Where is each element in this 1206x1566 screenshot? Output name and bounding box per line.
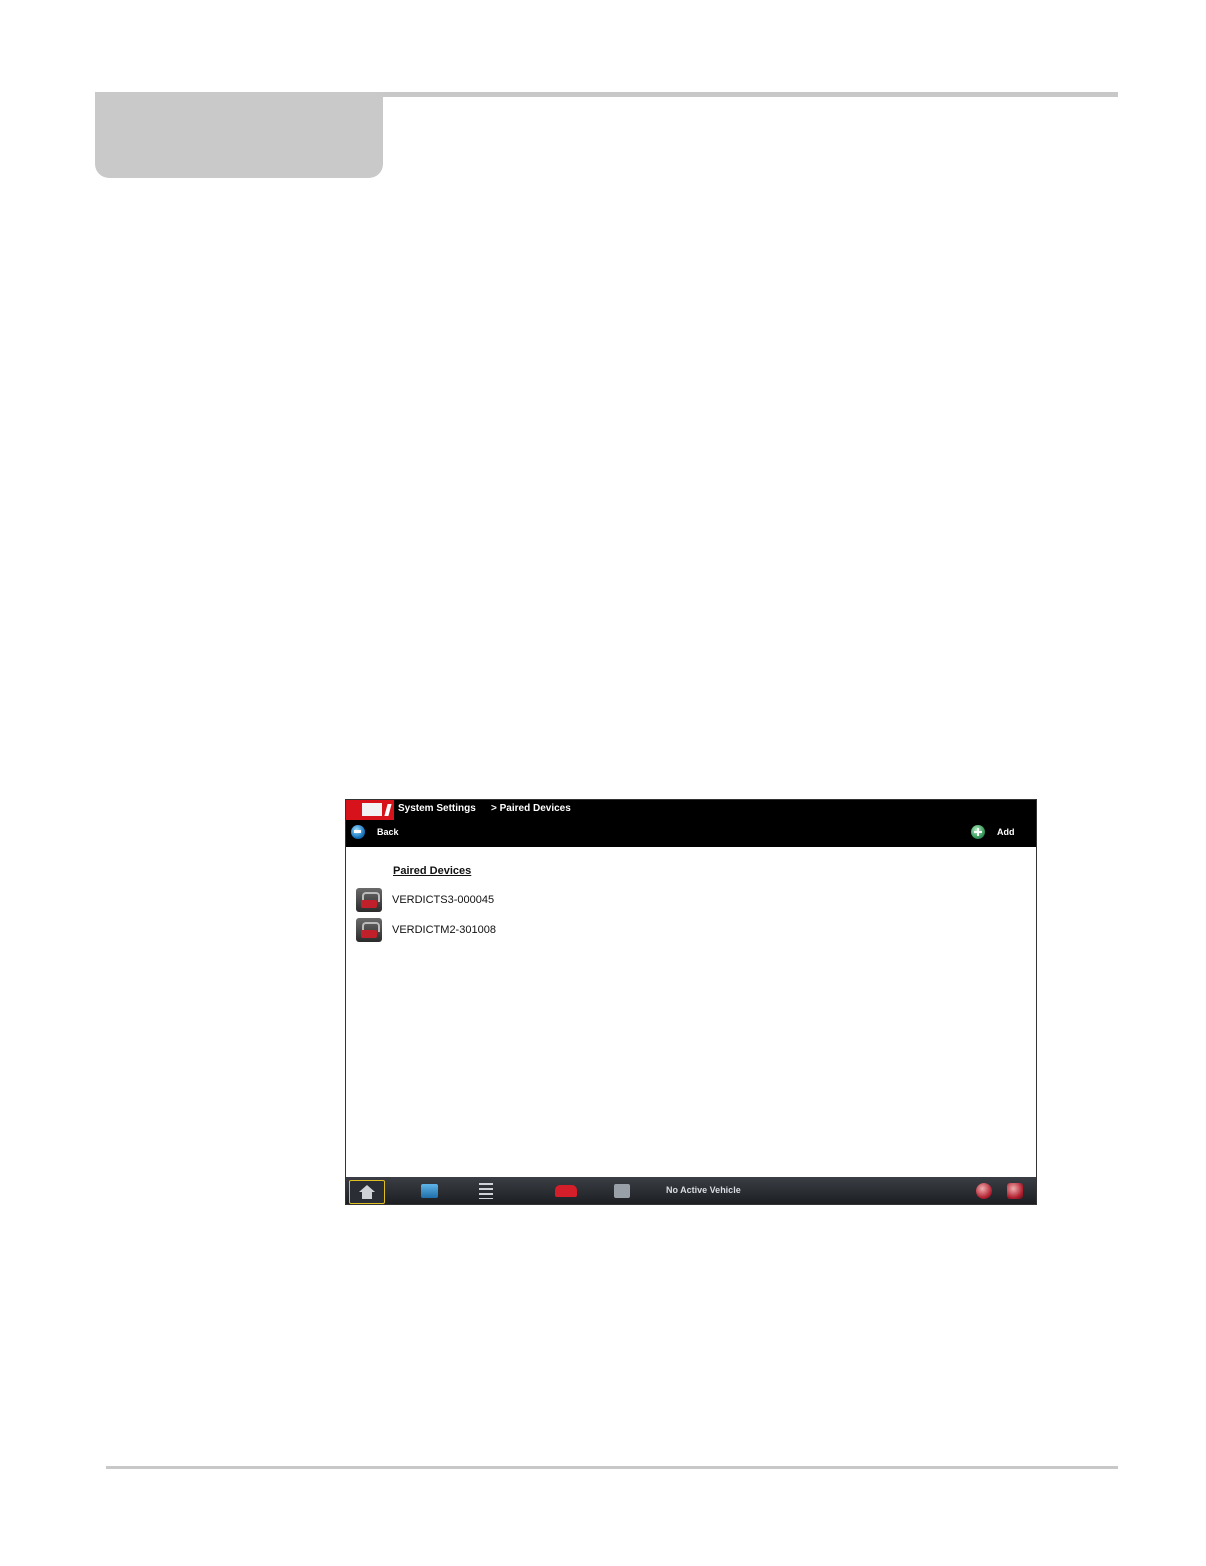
bottom-nav-bar: No Active Vehicle: [346, 1177, 1036, 1204]
add-button[interactable]: Add: [971, 823, 1015, 841]
tools-button[interactable]: [605, 1180, 639, 1202]
logo-mark-icon: [362, 803, 382, 816]
breadcrumb-root: System Settings: [398, 803, 476, 814]
paired-devices-heading: Paired Devices: [393, 865, 472, 877]
home-icon: [359, 1185, 375, 1199]
footer-rule: [106, 1466, 1118, 1469]
add-plus-icon: [971, 825, 985, 839]
chapter-tab: [95, 92, 383, 178]
breadcrumb-current: > Paired Devices: [491, 803, 571, 814]
device-icon: [356, 918, 382, 942]
device-name: VERDICTM2-301008: [392, 924, 496, 936]
title-bar: System Settings > Paired Devices Back Ad…: [346, 800, 1036, 847]
window-button[interactable]: [412, 1180, 446, 1202]
home-button[interactable]: [349, 1180, 385, 1204]
window-icon: [421, 1184, 438, 1198]
vehicle-status: No Active Vehicle: [666, 1185, 741, 1195]
add-label: Add: [997, 827, 1015, 837]
list-item[interactable]: VERDICTS3-000045: [356, 887, 656, 913]
logo-slash-icon: [384, 804, 392, 816]
back-button[interactable]: Back: [351, 823, 399, 841]
device-name: VERDICTS3-000045: [392, 894, 495, 906]
device-screen: System Settings > Paired Devices Back Ad…: [345, 799, 1037, 1205]
vehicle-button[interactable]: [549, 1180, 583, 1202]
connection-icon[interactable]: [976, 1183, 992, 1199]
device-icon: [356, 888, 382, 912]
back-arrow-icon: [351, 825, 365, 839]
brand-logo[interactable]: [346, 800, 394, 820]
list-button[interactable]: [469, 1180, 503, 1202]
car-icon: [555, 1185, 577, 1197]
back-label: Back: [377, 827, 399, 837]
toolbox-icon: [614, 1184, 630, 1198]
lock-icon[interactable]: [1007, 1183, 1023, 1199]
list-item[interactable]: VERDICTM2-301008: [356, 917, 656, 943]
list-icon: [479, 1183, 493, 1199]
